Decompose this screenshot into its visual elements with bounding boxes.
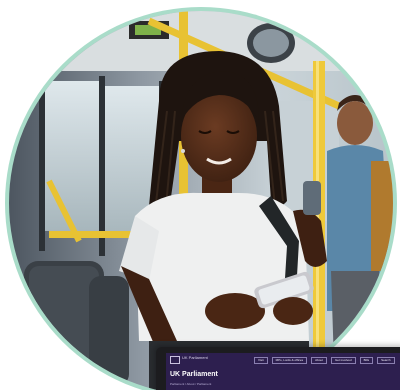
site-nav: Visit MPs, Lords & offices About Get inv… xyxy=(254,357,395,364)
bus-passenger-photo xyxy=(9,11,393,390)
site-logo-text: UK Parliament xyxy=(182,355,208,360)
page-title: UK Parliament xyxy=(170,371,218,378)
hero-illustration: UK Parliament Visit MPs, Lords & offices… xyxy=(0,0,400,390)
breadcrumb: Parliament / About / Parliament xyxy=(170,382,212,386)
nav-item-mps-lords[interactable]: MPs, Lords & offices xyxy=(271,357,308,364)
nav-item-get-involved[interactable]: Get involved xyxy=(330,357,356,364)
nav-item-visit[interactable]: Visit xyxy=(254,357,268,364)
nav-item-about[interactable]: About xyxy=(311,357,327,364)
nav-item-search[interactable]: Search xyxy=(377,357,395,364)
nav-item-bills[interactable]: Bills xyxy=(359,357,374,364)
laptop: UK Parliament Visit MPs, Lords & offices… xyxy=(156,347,400,390)
photo-artwork xyxy=(9,11,393,390)
website-header: UK Parliament Visit MPs, Lords & offices… xyxy=(166,353,400,367)
website-screen: UK Parliament Visit MPs, Lords & offices… xyxy=(166,353,400,390)
portcullis-logo-icon[interactable] xyxy=(170,356,180,364)
